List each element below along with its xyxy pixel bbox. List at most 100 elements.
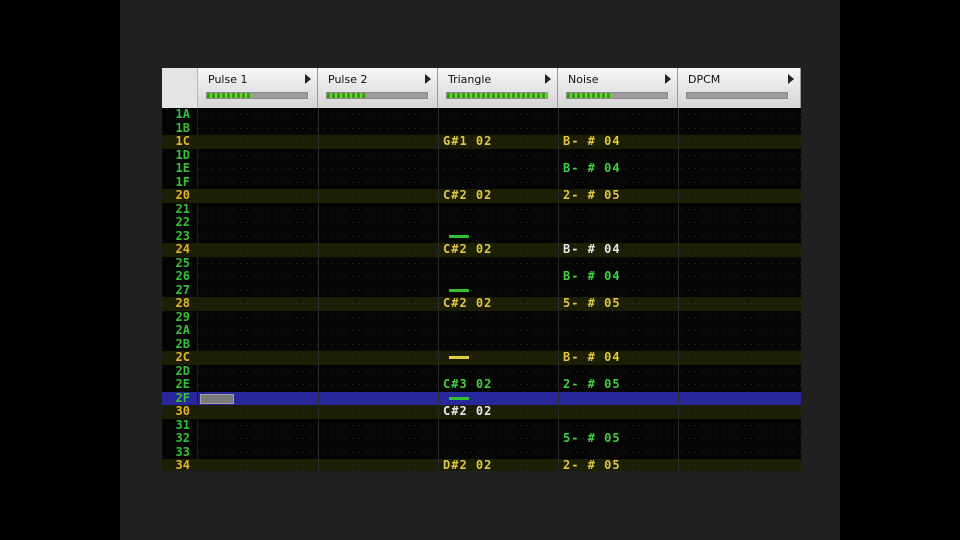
- channel-header-pulse1[interactable]: Pulse 1: [198, 68, 318, 108]
- triangle-note-cell[interactable]: C#2 02: [443, 404, 492, 419]
- row-grid-dots: [198, 276, 801, 277]
- noise-note-cell[interactable]: 5- # 05: [563, 296, 621, 311]
- row-grid-dots: [198, 451, 801, 453]
- row-number: 2C: [175, 350, 190, 364]
- row-grid-dots: [198, 208, 801, 210]
- pattern-row[interactable]: 21: [162, 201, 801, 217]
- pattern-row[interactable]: 2B: [162, 337, 801, 352]
- channel-header-dpcm[interactable]: DPCM: [678, 68, 801, 108]
- row-number: 1D: [175, 147, 190, 162]
- pattern-row[interactable]: 2F: [162, 390, 801, 405]
- triangle-note-cell[interactable]: C#2 02: [443, 242, 492, 257]
- row-number: 33: [175, 444, 190, 459]
- triangle-note-cell[interactable]: C#2 02: [443, 188, 492, 203]
- row-grid-dots: [198, 384, 801, 385]
- row-grid-dots: [198, 370, 801, 372]
- pattern-rows[interactable]: 1A 1B 1C G#1 02 B- # 04 1D 1E B- # 04 1F 20 C#2 02…: [162, 107, 801, 471]
- row-number: 1B: [175, 120, 190, 135]
- row-grid-dots: [198, 154, 801, 156]
- row-grid-dots: [198, 249, 801, 250]
- row-number: 20: [175, 188, 190, 202]
- column-separator: [197, 108, 198, 471]
- expand-arrow-icon[interactable]: [665, 74, 671, 84]
- volume-meter-fill: [447, 93, 547, 98]
- column-separator: [438, 108, 439, 471]
- noise-note-cell[interactable]: B- # 04: [563, 269, 621, 284]
- row-number: 21: [175, 201, 190, 216]
- noise-note-cell[interactable]: 5- # 05: [563, 431, 621, 446]
- pattern-row[interactable]: 29: [162, 309, 801, 325]
- row-number: 28: [175, 296, 190, 310]
- pattern-row[interactable]: 33: [162, 444, 801, 460]
- noise-note-cell[interactable]: B- # 04: [563, 134, 621, 149]
- expand-arrow-icon[interactable]: [425, 74, 431, 84]
- pattern-row[interactable]: 1C G#1 02 B- # 04: [162, 134, 801, 149]
- note-release-marker: [449, 356, 469, 359]
- pattern-row[interactable]: 1F: [162, 174, 801, 190]
- row-grid-dots: [198, 195, 801, 196]
- channel-name: Pulse 2: [328, 73, 368, 86]
- row-number: 24: [175, 242, 190, 256]
- channel-header-triangle[interactable]: Triangle: [438, 68, 558, 108]
- row-number: 1A: [175, 107, 190, 121]
- expand-arrow-icon[interactable]: [305, 74, 311, 84]
- pattern-row[interactable]: 1B: [162, 120, 801, 136]
- row-number: 23: [175, 228, 190, 243]
- row-grid-dots: [198, 235, 801, 237]
- noise-note-cell[interactable]: B- # 04: [563, 350, 621, 365]
- triangle-note-cell[interactable]: D#2 02: [443, 458, 492, 471]
- row-grid-dots: [198, 465, 801, 466]
- pattern-row[interactable]: 28 C#2 02 5- # 05: [162, 296, 801, 311]
- column-separator: [318, 108, 319, 471]
- pattern-row[interactable]: 2A: [162, 323, 801, 338]
- channel-name: Triangle: [448, 73, 492, 86]
- channel-header-pulse2[interactable]: Pulse 2: [318, 68, 438, 108]
- volume-meter: [446, 92, 548, 99]
- row-number: 1F: [175, 174, 190, 189]
- pattern-row[interactable]: 23: [162, 228, 801, 244]
- noise-note-cell[interactable]: 2- # 05: [563, 188, 621, 203]
- pattern-row[interactable]: 34 D#2 02 2- # 05: [162, 458, 801, 471]
- pattern-editor[interactable]: Pulse 1 Pulse 2 Triangle Noise DPCM 1A 1B…: [162, 68, 801, 471]
- pattern-row[interactable]: 20 C#2 02 2- # 05: [162, 188, 801, 203]
- pattern-row[interactable]: 24 C#2 02 B- # 04: [162, 242, 801, 257]
- pattern-row[interactable]: 32 5- # 05: [162, 431, 801, 446]
- noise-note-cell[interactable]: 2- # 05: [563, 377, 621, 392]
- triangle-note-cell[interactable]: C#3 02: [443, 377, 492, 392]
- volume-meter: [206, 92, 308, 99]
- pattern-row[interactable]: 26 B- # 04: [162, 269, 801, 284]
- channel-header-noise[interactable]: Noise: [558, 68, 678, 108]
- row-number: 2F: [175, 390, 190, 405]
- expand-arrow-icon[interactable]: [788, 74, 794, 84]
- edit-cursor[interactable]: [200, 393, 234, 404]
- row-grid-dots: [198, 357, 801, 358]
- row-number: 2D: [175, 363, 190, 378]
- pattern-row[interactable]: 27: [162, 283, 801, 298]
- triangle-note-cell[interactable]: G#1 02: [443, 134, 492, 149]
- noise-note-cell[interactable]: B- # 04: [563, 242, 621, 257]
- triangle-note-cell[interactable]: C#2 02: [443, 296, 492, 311]
- pattern-row[interactable]: 2C B- # 04: [162, 350, 801, 365]
- pattern-row[interactable]: 2E C#3 02 2- # 05: [162, 377, 801, 392]
- pattern-row[interactable]: 30 C#2 02: [162, 404, 801, 419]
- row-number: 31: [175, 417, 190, 432]
- noise-note-cell[interactable]: B- # 04: [563, 161, 621, 176]
- volume-meter-fill: [207, 93, 252, 98]
- row-number: 29: [175, 309, 190, 324]
- pattern-row[interactable]: 22: [162, 215, 801, 230]
- channel-header: Pulse 1 Pulse 2 Triangle Noise DPCM: [162, 68, 801, 108]
- row-number: 1C: [175, 134, 190, 148]
- pattern-row[interactable]: 31: [162, 417, 801, 433]
- expand-arrow-icon[interactable]: [545, 74, 551, 84]
- noise-note-cell[interactable]: 2- # 05: [563, 458, 621, 471]
- row-grid-dots: [198, 411, 801, 412]
- pattern-row[interactable]: 2D: [162, 363, 801, 379]
- column-separator: [678, 108, 679, 471]
- note-release-marker: [449, 234, 469, 238]
- pattern-row[interactable]: 1A: [162, 107, 801, 122]
- pattern-row[interactable]: 1D: [162, 147, 801, 163]
- row-number: 30: [175, 404, 190, 418]
- pattern-row[interactable]: 1E B- # 04: [162, 161, 801, 176]
- row-grid-dots: [198, 438, 801, 439]
- pattern-row[interactable]: 25: [162, 256, 801, 271]
